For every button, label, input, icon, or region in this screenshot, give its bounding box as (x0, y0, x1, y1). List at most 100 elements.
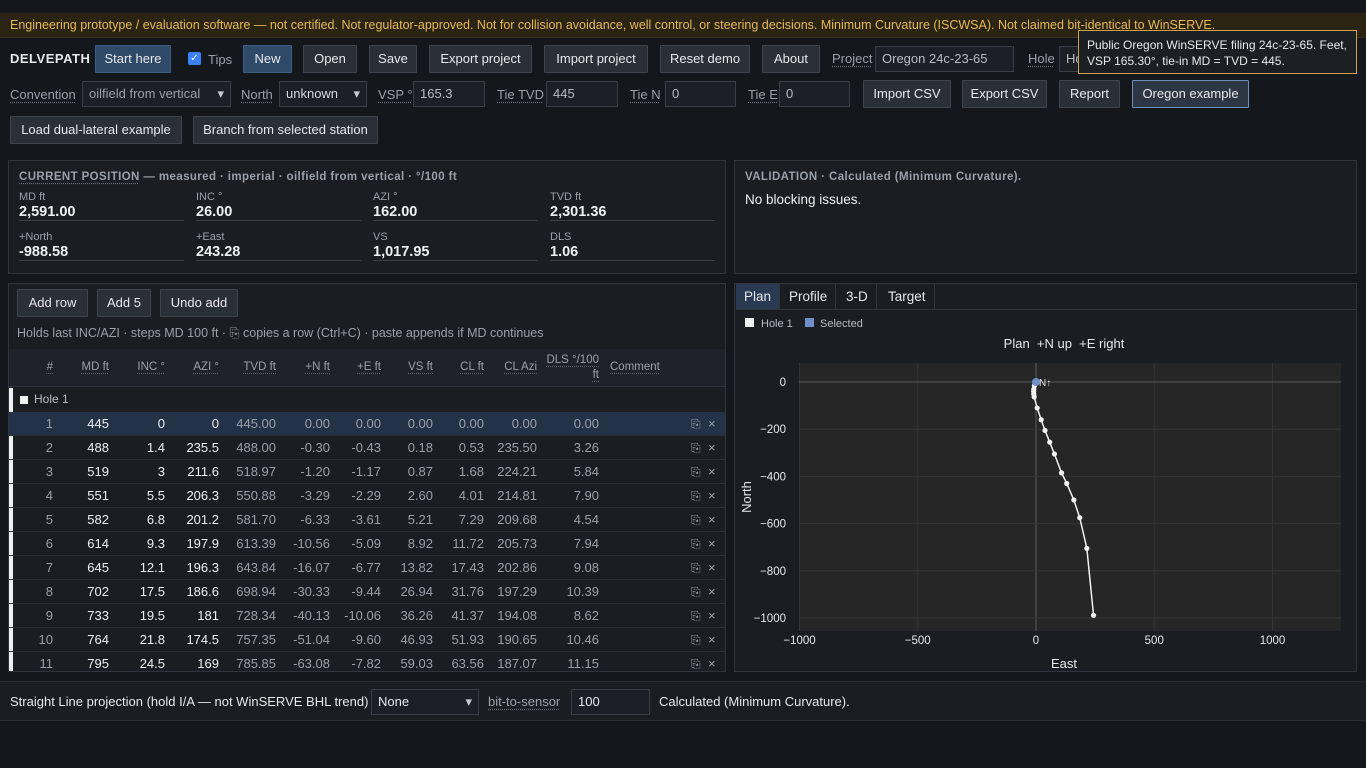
branch-from-station-button[interactable]: Branch from selected station (193, 116, 378, 144)
table-row[interactable]: 2 488 1.4 235.5 488.00 -0.30 -0.43 0.18 0.53 235.… (9, 436, 725, 460)
copy-row-icon[interactable]: ⎘ (691, 580, 701, 604)
copy-row-icon[interactable]: ⎘ (691, 460, 701, 484)
cell-md[interactable]: 795 (69, 652, 109, 671)
table-row[interactable]: 5 582 6.8 201.2 581.70 -6.33 -3.61 5.21 7.29 209.… (9, 508, 725, 532)
tab-target[interactable]: Target (880, 284, 935, 309)
delete-row-icon[interactable]: × (708, 652, 716, 671)
new-button[interactable]: New (243, 45, 292, 73)
cell-azi[interactable]: 197.9 (179, 532, 219, 556)
copy-row-icon[interactable]: ⎘ (691, 508, 701, 532)
table-row[interactable]: 9 733 19.5 181 728.34 -40.13 -10.06 36.26 41.37 1… (9, 604, 725, 628)
delete-row-icon[interactable]: × (708, 508, 716, 532)
cell-azi[interactable]: 206.3 (179, 484, 219, 508)
cell-azi[interactable]: 211.6 (179, 460, 219, 484)
open-button[interactable]: Open (303, 45, 357, 73)
cell-inc[interactable]: 1.4 (127, 436, 165, 460)
cell-md[interactable]: 645 (69, 556, 109, 580)
undo-add-button[interactable]: Undo add (160, 289, 238, 317)
import-project-button[interactable]: Import project (544, 45, 648, 73)
tab-3d[interactable]: 3-D (838, 284, 877, 309)
copy-row-icon[interactable]: ⎘ (691, 436, 701, 460)
tab-profile[interactable]: Profile (781, 284, 837, 309)
convention-select[interactable]: oilfield from vertical (82, 81, 231, 107)
cell-md[interactable]: 551 (69, 484, 109, 508)
cell-inc[interactable]: 5.5 (127, 484, 165, 508)
cell-md[interactable]: 445 (69, 412, 109, 436)
cell-md[interactable]: 733 (69, 604, 109, 628)
cell-md[interactable]: 582 (69, 508, 109, 532)
import-csv-button[interactable]: Import CSV (863, 80, 951, 108)
table-row[interactable]: 6 614 9.3 197.9 613.39 -10.56 -5.09 8.92 11.72 20… (9, 532, 725, 556)
table-row[interactable]: 7 645 12.1 196.3 643.84 -16.07 -6.77 13.82 17.43… (9, 556, 725, 580)
cell-md[interactable]: 764 (69, 628, 109, 652)
cell-cl: 0.53 (458, 440, 484, 455)
load-dual-lateral-button[interactable]: Load dual-lateral example (10, 116, 182, 144)
cell-inc[interactable]: 0 (127, 412, 165, 436)
cell-azi[interactable]: 201.2 (179, 508, 219, 532)
cell-azi[interactable]: 235.5 (179, 436, 219, 460)
delete-row-icon[interactable]: × (708, 628, 716, 652)
table-row[interactable]: 4 551 5.5 206.3 550.88 -3.29 -2.29 2.60 4.01 214.… (9, 484, 725, 508)
cell-md[interactable]: 488 (69, 436, 109, 460)
cell-inc[interactable]: 19.5 (127, 604, 165, 628)
delete-row-icon[interactable]: × (708, 604, 716, 628)
cell-azi[interactable]: 0 (179, 412, 219, 436)
tips-checkbox[interactable]: ✓ (188, 52, 201, 65)
table-row[interactable]: 8 702 17.5 186.6 698.94 -30.33 -9.44 26.94 31.76… (9, 580, 725, 604)
delete-row-icon[interactable]: × (708, 556, 716, 580)
delete-row-icon[interactable]: × (708, 484, 716, 508)
delete-row-icon[interactable]: × (708, 412, 716, 436)
oregon-example-button[interactable]: Oregon example (1132, 80, 1249, 108)
export-csv-button[interactable]: Export CSV (962, 80, 1047, 108)
table-row[interactable]: 3 519 3 211.6 518.97 -1.20 -1.17 0.87 1.68 224.21… (9, 460, 725, 484)
plan-plot[interactable]: Hole 1 Selected Plan +N up +E right −100… (735, 310, 1358, 670)
cell-azi[interactable]: 196.3 (179, 556, 219, 580)
about-button[interactable]: About (762, 45, 820, 73)
cell-azi[interactable]: 169 (179, 652, 219, 671)
cell-md[interactable]: 519 (69, 460, 109, 484)
tie-e-input[interactable]: 0 (779, 81, 850, 107)
cell-inc[interactable]: 6.8 (127, 508, 165, 532)
table-row[interactable]: 1 445 0 0 445.00 0.00 0.00 0.00 0.00 0.00 0.00 ⎘ × (9, 412, 725, 436)
delete-row-icon[interactable]: × (708, 532, 716, 556)
copy-row-icon[interactable]: ⎘ (691, 532, 701, 556)
project-input[interactable]: Oregon 24c-23-65 (875, 46, 1014, 72)
copy-row-icon[interactable]: ⎘ (691, 628, 701, 652)
delete-row-icon[interactable]: × (708, 460, 716, 484)
cell-inc[interactable]: 3 (127, 460, 165, 484)
copy-row-icon[interactable]: ⎘ (691, 412, 701, 436)
projection-select[interactable]: None (371, 689, 479, 715)
report-button[interactable]: Report (1059, 80, 1120, 108)
cell-inc[interactable]: 9.3 (127, 532, 165, 556)
hole-group-row[interactable]: Hole 1 (9, 388, 725, 412)
save-button[interactable]: Save (369, 45, 417, 73)
bit-to-sensor-input[interactable]: 100 (571, 689, 650, 715)
copy-row-icon[interactable]: ⎘ (691, 484, 701, 508)
cell-inc[interactable]: 12.1 (127, 556, 165, 580)
reset-demo-button[interactable]: Reset demo (660, 45, 750, 73)
table-row[interactable]: 11 795 24.5 169 785.85 -63.08 -7.82 59.03 63.56 1… (9, 652, 725, 671)
cell-inc[interactable]: 21.8 (127, 628, 165, 652)
tie-tvd-input[interactable]: 445 (546, 81, 618, 107)
cell-inc[interactable]: 24.5 (127, 652, 165, 671)
copy-row-icon[interactable]: ⎘ (691, 652, 701, 671)
tie-n-input[interactable]: 0 (665, 81, 736, 107)
add-5-button[interactable]: Add 5 (97, 289, 151, 317)
copy-row-icon[interactable]: ⎘ (691, 604, 701, 628)
cell-azi[interactable]: 174.5 (179, 628, 219, 652)
cell-md[interactable]: 702 (69, 580, 109, 604)
tab-plan[interactable]: Plan (736, 284, 781, 309)
table-row[interactable]: 10 764 21.8 174.5 757.35 -51.04 -9.60 46.93 51.9… (9, 628, 725, 652)
vsp-input[interactable]: 165.3 (413, 81, 485, 107)
export-project-button[interactable]: Export project (429, 45, 532, 73)
north-select[interactable]: unknown (279, 81, 367, 107)
delete-row-icon[interactable]: × (708, 580, 716, 604)
cell-azi[interactable]: 181 (179, 604, 219, 628)
add-row-button[interactable]: Add row (17, 289, 88, 317)
cell-md[interactable]: 614 (69, 532, 109, 556)
cell-inc[interactable]: 17.5 (127, 580, 165, 604)
start-here-button[interactable]: Start here (95, 45, 171, 73)
delete-row-icon[interactable]: × (708, 436, 716, 460)
cell-azi[interactable]: 186.6 (179, 580, 219, 604)
copy-row-icon[interactable]: ⎘ (691, 556, 701, 580)
